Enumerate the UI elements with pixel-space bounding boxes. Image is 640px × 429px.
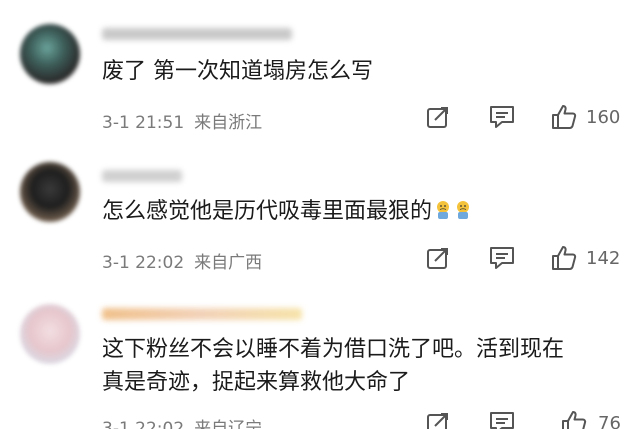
share-icon[interactable] (425, 245, 451, 271)
comment-icon[interactable] (488, 245, 516, 271)
like-count: 160 (586, 107, 621, 128)
thumbs-up-icon[interactable] (550, 103, 578, 131)
comment-time: 3-1 22:02 (102, 253, 185, 273)
comment-meta: 3-1 21:51 来自浙江 (102, 108, 262, 133)
comment-item-1: 废了 第一次知道塌房怎么写 3-1 21:51 来自浙江 160 (0, 0, 640, 140)
comment-time: 3-1 21:51 (102, 113, 185, 133)
comment-text: 怎么感觉他是历代吸毒里面最狠的 (102, 196, 616, 228)
comment-text: 废了 第一次知道塌房怎么写 (102, 59, 373, 84)
comment-icon[interactable] (488, 410, 516, 429)
comment-time: 3-1 22:02 (102, 419, 185, 429)
share-icon[interactable] (425, 104, 451, 130)
crying-face-emoji (457, 201, 470, 219)
like-count: 142 (586, 248, 621, 269)
comment-meta: 3-1 22:02 来自广西 (102, 248, 262, 273)
comment-location: 来自浙江 (194, 113, 263, 133)
comment-item-2: 怎么感觉他是历代吸毒里面最狠的 3-1 22:02 来自广西 142 (0, 140, 640, 290)
comment-icon[interactable] (488, 104, 516, 130)
comment-meta: 3-1 22:02 来自辽宁 (102, 414, 262, 429)
comment-text-line-2: 真是奇迹，捉起来算救他大命了 (102, 370, 411, 395)
like-count: 76 (598, 413, 621, 429)
comment-location: 来自辽宁 (194, 419, 263, 429)
crying-face-emoji (437, 201, 450, 219)
avatar[interactable] (20, 24, 80, 84)
username-blurred[interactable] (102, 308, 302, 320)
avatar[interactable] (20, 162, 80, 222)
comment-text-body: 怎么感觉他是历代吸毒里面最狠的 (102, 199, 433, 224)
avatar[interactable] (20, 304, 80, 364)
comment-location: 来自广西 (194, 253, 263, 273)
username-blurred[interactable] (102, 170, 182, 182)
thumbs-up-icon[interactable] (560, 409, 588, 429)
thumbs-up-icon[interactable] (550, 244, 578, 272)
username-blurred[interactable] (102, 28, 292, 40)
comment-text-line-1: 这下粉丝不会以睡不着为借口洗了吧。活到现在 (102, 337, 565, 362)
comment-item-3: 这下粉丝不会以睡不着为借口洗了吧。活到现在 真是奇迹，捉起来算救他大命了 3-1… (0, 290, 640, 429)
share-icon[interactable] (425, 410, 451, 429)
